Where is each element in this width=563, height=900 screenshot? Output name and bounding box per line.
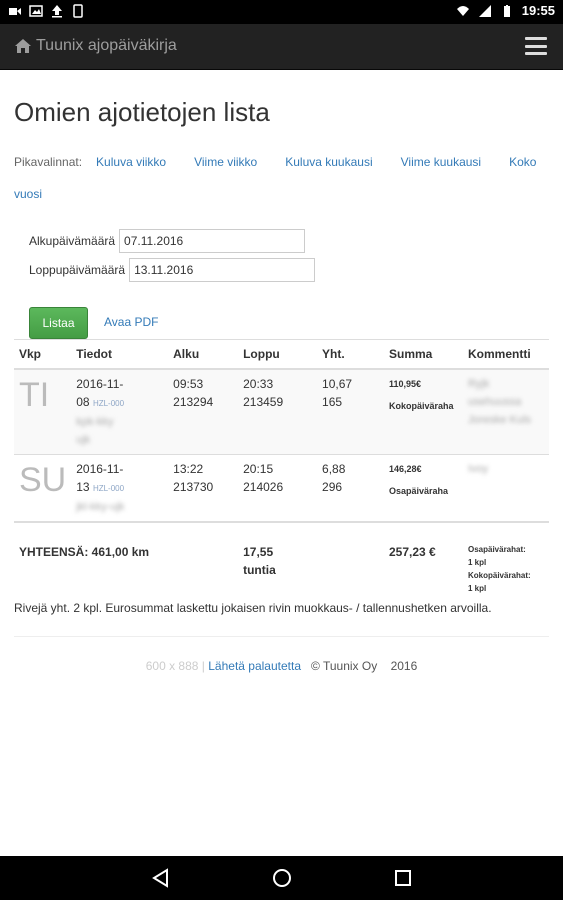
android-nav-bar [0,856,563,900]
table-header-row: Vkp Tiedot Alku Loppu Yht. Summa Komment… [14,339,549,370]
table-row[interactable]: SU 2016-11- 13 HZL-000 jkl-kky-ujk 13:22… [14,454,549,522]
comment: Ryjk [467,378,490,390]
quick-select: Pikavalinnat: Kuluva viikko Viime viikko Ku… [14,146,549,210]
header-summa: Summa [384,339,463,370]
end-date-row: Loppupäivämäärä [29,258,316,282]
part-allowance-label: Osapäivärahat: [467,545,526,554]
start-km: 213730 [173,480,214,494]
allowance-type: Osapäiväraha [389,486,449,496]
status-time: 19:55 [521,3,555,18]
total-euro-sum: 257,23 € [384,521,463,600]
total-hours-sum: 17,55 [243,545,274,559]
menu-toggle-button[interactable] [525,37,547,55]
route-info: jkl-kky-ujk [76,501,125,513]
feedback-link[interactable]: Lähetä palautetta [208,659,301,673]
allowance-type: Kokopäiväraha [389,401,454,411]
page-title: Omien ajotietojen lista [14,97,270,127]
upload-icon [52,5,62,18]
header-yht: Yht. [317,339,384,370]
signal-icon [478,4,491,17]
full-allowance-label: Kokopäivärahat: [467,571,531,580]
phone-icon [73,4,83,18]
wifi-icon [456,5,469,16]
video-icon [9,8,21,15]
total-hours: 6,88 [322,462,346,476]
end-time: 20:15 [243,462,274,476]
vehicle-reg: HZL-000 [92,399,125,408]
screen-size: 600 x 888 [145,659,199,673]
open-pdf-link[interactable]: Avaa PDF [104,315,158,329]
full-allowance-count: 1 kpl [467,584,487,593]
start-km: 213294 [173,395,214,409]
part-allowance-count: 1 kpl [467,558,487,567]
total-km-label: YHTEENSÄ: 461,00 km [14,521,239,600]
end-date-input[interactable] [129,258,316,282]
weekday: SU [19,461,67,499]
quick-link-last-week[interactable]: Viime viikko [194,155,257,169]
vehicle-reg: HZL-000 [92,484,125,493]
quick-select-label: Pikavalinnat: [14,155,83,169]
divider [14,636,549,637]
brand-link[interactable]: Tuunix ajopäiväkirja [14,37,177,55]
sum-value: 110,95€ [389,379,422,389]
comment: Ivoy [467,463,489,475]
brand-title: Tuunix ajopäiväkirja [36,37,177,54]
total-km: 165 [322,395,343,409]
end-km: 214026 [243,480,284,494]
weekday: TI [19,376,50,414]
back-icon[interactable] [150,867,172,889]
header-loppu: Loppu [238,339,318,370]
totals-row: YHTEENSÄ: 461,00 km 17,55 tuntia 257,23 €… [14,521,549,600]
total-km: 296 [322,480,343,494]
trip-date: 2016-11- [76,462,124,476]
start-date-row: Alkupäivämäärä [29,229,306,253]
copyright: © Tuunix Oy [311,659,378,673]
quick-link-last-month[interactable]: Viime kuukausi [401,155,481,169]
footer: 600 x 888 | Lähetä palautetta © Tuunix O… [145,659,418,673]
recents-icon[interactable] [392,867,414,889]
start-time: 09:53 [173,377,204,391]
copyright-year: 2016 [390,659,418,673]
header-vkp: Vkp [14,339,72,370]
sum-value: 146,28€ [389,464,422,474]
battery-icon [503,4,510,17]
home-icon [15,39,31,53]
start-date-label: Alkupäivämäärä [29,234,116,248]
image-icon [29,5,43,17]
trips-table: Vkp Tiedot Alku Loppu Yht. Summa Komment… [14,339,549,600]
table-row[interactable]: TI 2016-11- 08 HZL-000 kpk-kky ujk 09:53… [14,368,549,455]
summary-note: Rivejä yht. 2 kpl. Eurosummat laskettu j… [14,601,492,615]
top-navbar: Tuunix ajopäiväkirja [0,24,563,70]
end-time: 20:33 [243,377,274,391]
header-tiedot: Tiedot [71,339,169,370]
total-hours: 10,67 [322,377,353,391]
trip-date: 2016-11- [76,377,124,391]
start-time: 13:22 [173,462,204,476]
header-kommentti: Kommentti [462,339,549,370]
status-bar: 19:55 [0,0,563,24]
quick-link-this-week[interactable]: Kuluva viikko [96,155,166,169]
quick-link-this-month[interactable]: Kuluva kuukausi [285,155,372,169]
route-info: kpk-kky [76,416,114,428]
list-button[interactable]: Listaa [29,307,88,339]
end-km: 213459 [243,395,284,409]
start-date-input[interactable] [119,229,306,253]
home-nav-icon[interactable] [271,867,293,889]
header-alku: Alku [168,339,239,370]
end-date-label: Loppupäivämäärä [29,263,126,277]
